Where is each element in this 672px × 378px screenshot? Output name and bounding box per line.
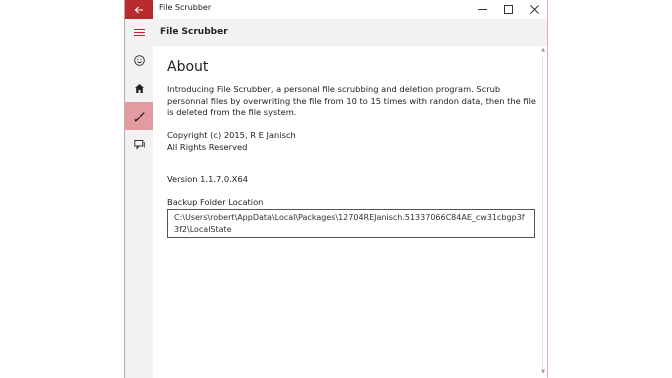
sidebar (125, 46, 153, 378)
backup-folder-label: Backup Folder Location (167, 197, 264, 207)
app-window: File Scrubber File Scrubber About Introd… (124, 0, 548, 378)
scroll-track[interactable] (542, 56, 543, 370)
sidebar-item-about[interactable] (125, 46, 153, 74)
page-title: About (167, 59, 209, 75)
version-text: Version 1.1.7.0.X64 (167, 174, 249, 184)
copyright-text: Copyright (c) 2015, R E Janisch (167, 130, 296, 140)
smiley-icon (133, 54, 145, 66)
rights-text: All Rights Reserved (167, 142, 248, 152)
minimize-button[interactable] (469, 0, 495, 19)
minimize-icon (477, 9, 487, 10)
intro-text: Introducing File Scrubber, a personal fi… (167, 84, 536, 117)
page-header-title: File Scrubber (160, 27, 228, 37)
sidebar-item-home[interactable] (125, 74, 153, 102)
home-icon (134, 83, 144, 93)
back-button[interactable] (125, 0, 153, 19)
close-icon (529, 5, 539, 14)
hamburger-menu-button[interactable] (125, 19, 153, 46)
scroll-up-icon[interactable]: ▲ (539, 46, 547, 54)
vertical-scrollbar[interactable]: ▲ ▼ (539, 46, 547, 378)
backup-folder-path-field[interactable]: C:\Users\robert\AppData\Local\Packages\1… (167, 209, 535, 238)
title-bar: File Scrubber (125, 0, 547, 19)
about-page: About Introducing File Scrubber, a perso… (153, 46, 539, 378)
app-header: File Scrubber (125, 19, 547, 46)
maximize-icon (503, 5, 513, 14)
sidebar-item-feedback[interactable] (125, 130, 153, 158)
window-title: File Scrubber (159, 3, 212, 12)
hamburger-icon (133, 29, 145, 30)
feedback-icon (133, 139, 145, 150)
brush-icon (134, 111, 144, 122)
scroll-down-icon[interactable]: ▼ (539, 368, 547, 376)
back-arrow-icon (134, 5, 144, 15)
maximize-button[interactable] (495, 0, 521, 19)
close-button[interactable] (521, 0, 547, 19)
sidebar-item-scrub[interactable] (125, 102, 153, 130)
